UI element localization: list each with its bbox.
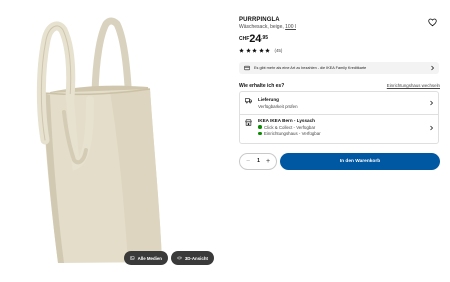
star-icon: [252, 48, 257, 53]
increase-quantity-button[interactable]: +: [262, 156, 274, 168]
star-icon: [239, 48, 244, 53]
image-icon: [130, 256, 135, 260]
store-icon: [245, 119, 252, 126]
all-media-label: Alle Medien: [137, 255, 162, 261]
product-name: PURRPINGLA: [239, 17, 280, 23]
family-credit-banner[interactable]: Es gibt mehr als eine Art zu bezahlen - …: [239, 62, 439, 74]
price: CHF 24 .95: [239, 34, 268, 45]
product-gallery: Alle Medien 3D-Ansicht: [0, 0, 228, 282]
click-collect-status: Click & Collect - Verfügbar: [264, 124, 316, 130]
review-count: (45): [274, 48, 283, 53]
rating[interactable]: (45): [239, 48, 282, 53]
price-currency: CHF: [239, 36, 250, 42]
size-link[interactable]: 100 l: [285, 24, 296, 30]
product-description: Wäschesack, beige, 100 l: [239, 24, 296, 30]
chevron-right-icon: [431, 65, 435, 71]
delivery-row[interactable]: Lieferung Verfügbarkeit prüfen: [240, 92, 438, 115]
store-row[interactable]: IKEA IKEA Bern - Lyssach Click & Collect…: [240, 115, 438, 144]
3d-view-label: 3D-Ansicht: [184, 255, 208, 261]
available-status-dot: [258, 125, 262, 129]
change-store-link[interactable]: Einrichtungshaus wechseln: [387, 83, 440, 88]
credit-card-icon: [244, 65, 250, 71]
truck-icon: [245, 98, 252, 104]
available-status-dot: [258, 131, 262, 136]
in-store-status: Einrichtungshaus - Verfügbar: [264, 131, 321, 136]
star-icon: [265, 48, 270, 53]
rotate-3d-icon: [177, 256, 182, 260]
3d-view-button[interactable]: 3D-Ansicht: [171, 251, 214, 265]
delivery-title: Lieferung: [258, 97, 279, 102]
availability-question: Wie erhalte ich es?: [239, 83, 285, 89]
chevron-right-icon: [430, 100, 434, 106]
availability-box: Lieferung Verfügbarkeit prüfen IKEA IKEA…: [239, 91, 439, 144]
price-main: 24: [249, 33, 262, 45]
chevron-right-icon: [430, 125, 434, 131]
star-icon: [258, 48, 264, 53]
description-text: Wäschesack, beige,: [239, 24, 284, 30]
star-icon: [245, 48, 251, 53]
all-media-button[interactable]: Alle Medien: [124, 251, 168, 265]
quantity-stepper: − 1 +: [239, 153, 277, 170]
store-title: IKEA IKEA Bern - Lyssach: [258, 118, 315, 123]
banner-text: Es gibt mehr als eine Art zu bezahlen - …: [254, 66, 367, 70]
add-to-cart-button[interactable]: In den Warenkorb: [280, 153, 440, 170]
price-decimal: .95: [261, 35, 269, 41]
product-image[interactable]: [0, 0, 228, 282]
delivery-status: Verfügbarkeit prüfen: [258, 104, 298, 109]
heart-icon[interactable]: [428, 18, 437, 27]
